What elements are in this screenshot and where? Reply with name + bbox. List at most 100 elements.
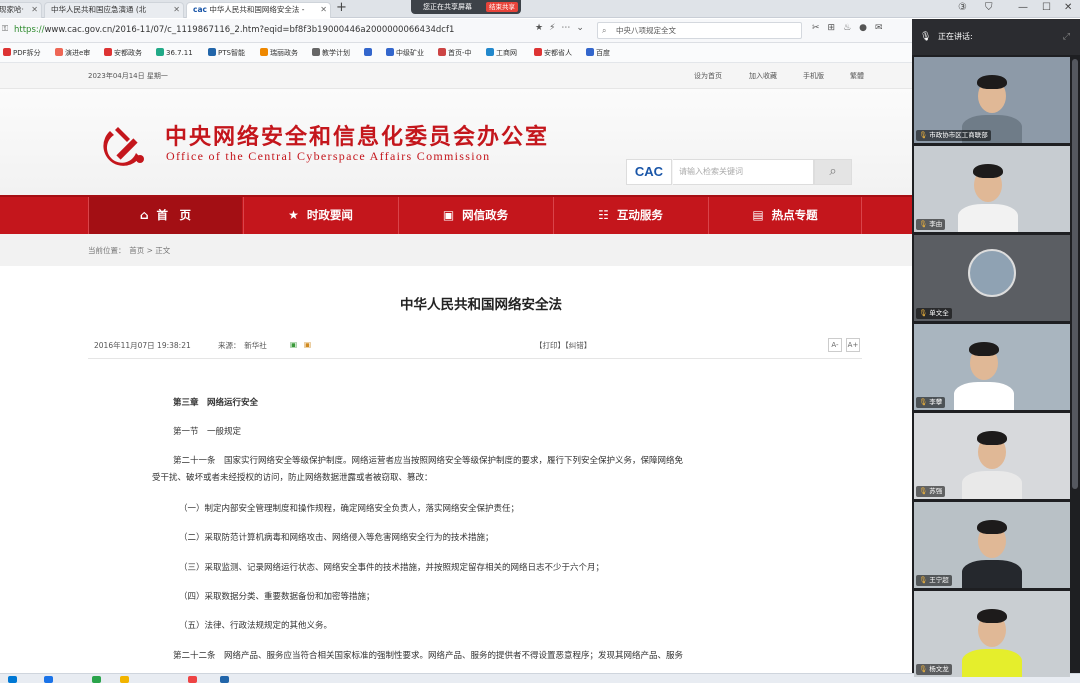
- site-header: 中央网络安全和信息化委员会办公室 Office of the Central C…: [0, 89, 912, 195]
- lock-icon: ⚿: [2, 24, 9, 33]
- star-icon: ★: [288, 208, 299, 222]
- mail-icon[interactable]: ✉: [875, 23, 891, 33]
- badge-icon[interactable]: ③: [958, 1, 967, 15]
- participant-video-tile[interactable]: 🎙 李由: [914, 146, 1070, 232]
- site-search-button[interactable]: ⌕: [814, 159, 852, 185]
- extension-icon[interactable]: ⊞: [828, 23, 844, 33]
- browser-tab-1[interactable]: 现家哈· ✕: [0, 2, 42, 18]
- browser-search-input[interactable]: ⌕ 中央八项规定全文: [597, 22, 802, 39]
- main-nav: ⌂ 首 页 ★ 时政要闻 ▣ 网信政务 ☷ 互动服务 ▤ 热点专题: [0, 195, 912, 234]
- start-icon[interactable]: [8, 676, 17, 683]
- close-icon[interactable]: ✕: [320, 3, 327, 17]
- bookmark-item[interactable]: 演进e审: [55, 47, 90, 59]
- app-icon[interactable]: [188, 676, 197, 683]
- participant-video-tile[interactable]: 🎙 王宁超: [914, 502, 1070, 588]
- speaking-label: 正在讲话:: [938, 32, 973, 41]
- url-field[interactable]: https://www.cac.gov.cn/2016-11/07/c_1119…: [14, 23, 522, 38]
- nav-news[interactable]: ★ 时政要闻: [243, 197, 397, 234]
- print-correct-links[interactable]: 【打印】【纠错】: [535, 340, 591, 351]
- new-tab-icon[interactable]: +: [336, 0, 347, 16]
- share-wechat-icon[interactable]: ▣: [290, 340, 297, 349]
- microphone-icon: 🎙: [919, 576, 928, 584]
- article-paragraph: 受干扰、破坏或者未经授权的访问，防止网络数据泄露或者被窃取、篡改：: [152, 473, 433, 483]
- participant-video-tile[interactable]: 🎙 市政协市区工商联部: [914, 57, 1070, 143]
- article-paragraph: （一）制定内部安全管理制度和操作规程，确定网络安全负责人，落实网络安全保护责任；: [179, 504, 520, 514]
- nav-service[interactable]: ☷ 互动服务: [553, 197, 707, 234]
- nav-topics[interactable]: ▤ 热点专题: [708, 197, 862, 234]
- close-icon[interactable]: ✕: [31, 3, 38, 17]
- person-hair: [977, 431, 1007, 445]
- font-smaller-button[interactable]: A-: [828, 338, 842, 352]
- bookmark-item[interactable]: 百度: [586, 47, 610, 59]
- top-strip: 2023年04月14日 星期一 设为首页 加入收藏 手机版 繁體: [0, 63, 912, 89]
- record-icon[interactable]: ●: [859, 23, 875, 33]
- bookmark-item[interactable]: 教学计划: [312, 47, 350, 59]
- bookmark-item[interactable]: 瑞丽政务: [260, 47, 298, 59]
- bookmark-item[interactable]: [364, 47, 374, 59]
- bookmark-item[interactable]: 首页-中: [438, 47, 472, 59]
- app-icon[interactable]: [92, 676, 101, 683]
- bookmark-item[interactable]: 36.7.11: [156, 47, 193, 59]
- mobile-link[interactable]: 手机版: [803, 71, 824, 81]
- party-emblem-icon[interactable]: [100, 117, 152, 169]
- font-larger-button[interactable]: A+: [846, 338, 860, 352]
- star-icon[interactable]: ★: [535, 23, 549, 33]
- site-search-input[interactable]: 请输入检索关键词: [673, 159, 814, 185]
- add-favorite-link[interactable]: 加入收藏: [749, 71, 777, 81]
- traditional-chinese-link[interactable]: 繁體: [850, 71, 864, 81]
- article-paragraph: 第二十二条 网络产品、服务应当符合相关国家标准的强制性要求。网络产品、服务的提供…: [173, 651, 684, 661]
- breadcrumb[interactable]: 当前位置： 首页 > 正文: [88, 245, 170, 256]
- person-hair: [977, 609, 1007, 623]
- bookmark-item[interactable]: 中级矿业: [386, 47, 424, 59]
- microphone-icon: 🎙: [920, 32, 932, 42]
- set-homepage-link[interactable]: 设为首页: [694, 71, 722, 81]
- person-hair: [977, 75, 1007, 89]
- participant-video-tile[interactable]: 🎙 单文全: [914, 235, 1070, 321]
- bookmark-item[interactable]: PDF拆分: [3, 47, 41, 59]
- browser-tab-2[interactable]: 中华人民共和国应急演通 (北 ✕: [44, 2, 184, 18]
- expand-icon[interactable]: ⤢: [1063, 19, 1070, 55]
- web-page: 2023年04月14日 星期一 设为首页 加入收藏 手机版 繁體 中央网络安全和…: [0, 63, 912, 673]
- more-icon[interactable]: ⋯: [561, 23, 576, 33]
- stop-share-button[interactable]: 结束共享: [486, 2, 518, 12]
- search-icon: ⌕: [602, 26, 607, 35]
- shirt-icon[interactable]: ⛉: [985, 1, 993, 15]
- close-icon[interactable]: ✕: [173, 3, 180, 17]
- participant-name-text: 市政协市区工商联部: [929, 131, 988, 139]
- bookmark-icon: [586, 48, 594, 56]
- app-icon[interactable]: [120, 676, 129, 683]
- minimize-icon[interactable]: —: [1018, 1, 1028, 15]
- bolt-icon[interactable]: ⚡: [549, 23, 561, 33]
- nav-government[interactable]: ▣ 网信政务: [398, 197, 552, 234]
- microphone-icon: 🎙: [919, 398, 928, 406]
- browser-tab-3[interactable]: cac 中华人民共和国网络安全法 - ✕: [186, 2, 331, 18]
- person-hair: [973, 164, 1003, 178]
- url-rest: www.cac.gov.cn/2016-11/07/c_1119867116_2…: [44, 25, 455, 35]
- participant-video-tile[interactable]: 🎙 李攀: [914, 324, 1070, 410]
- scissors-icon[interactable]: ✂: [812, 23, 828, 33]
- bookmark-item[interactable]: 安都政务: [104, 47, 142, 59]
- bookmark-label: PTS智能: [218, 49, 245, 57]
- paint-icon[interactable]: ♨: [843, 23, 859, 33]
- maximize-icon[interactable]: ☐: [1042, 1, 1051, 15]
- site-logo-chinese[interactable]: 中央网络安全和信息化委员会办公室: [165, 119, 549, 151]
- bookmark-icon: [312, 48, 320, 56]
- dropdown-icon[interactable]: ⌄: [576, 23, 590, 33]
- share-weibo-icon[interactable]: ▣: [304, 340, 311, 349]
- panel-scrollbar[interactable]: [1072, 59, 1078, 489]
- nav-home[interactable]: ⌂ 首 页: [88, 197, 242, 234]
- person-torso: [962, 560, 1022, 588]
- window-close-icon[interactable]: ✕: [1064, 1, 1072, 15]
- bookmark-item[interactable]: 工商网: [486, 47, 517, 59]
- participant-video-tile[interactable]: 🎙 杨文龙: [914, 591, 1070, 677]
- participant-video-tile[interactable]: 🎙 苏强: [914, 413, 1070, 499]
- publish-time: 2016年11月07日 19:38:21: [94, 341, 191, 350]
- app-icon[interactable]: [44, 676, 53, 683]
- participant-name-text: 杨文龙: [929, 665, 949, 673]
- person-torso: [958, 204, 1018, 232]
- bookmark-icon: [208, 48, 216, 56]
- bookmark-item[interactable]: PTS智能: [208, 47, 245, 59]
- bookmark-icon: [156, 48, 164, 56]
- bookmark-item[interactable]: 安都省人: [534, 47, 572, 59]
- app-icon[interactable]: [220, 676, 229, 683]
